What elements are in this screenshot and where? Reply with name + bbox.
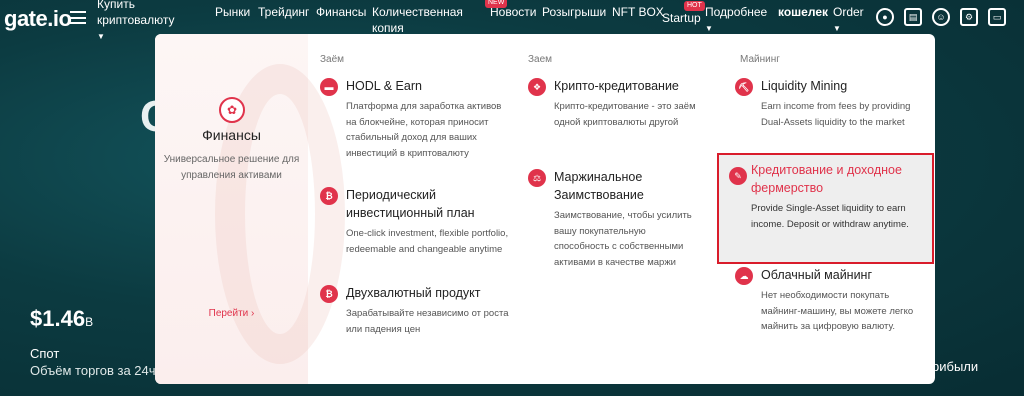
finance-dropdown-panel: ✿ Финансы Универсальное решение для упра… <box>155 34 935 384</box>
item-title: Маржинальное Заимствование <box>554 170 644 202</box>
hero-right-text: рибыли <box>932 359 979 374</box>
menu-item-periodic-plan[interactable]: ₿ Периодический инвестиционный план One-… <box>320 186 510 257</box>
lending-farming-icon: ✎ <box>729 167 747 185</box>
column-header-borrow: Заем <box>528 54 553 65</box>
column-header-mining: Майнинг <box>740 54 780 65</box>
finance-title: Финансы <box>202 127 261 143</box>
menu-item-crypto-lending[interactable]: ❖ Крипто-кредитование Крипто-кредитовани… <box>528 77 703 130</box>
nav-startup-label: Startup <box>662 11 701 25</box>
item-title: Двухвалютный продукт <box>346 286 481 300</box>
finance-go-link[interactable]: Перейти › <box>155 308 308 319</box>
nav-quant-copy[interactable]: Количественная копия <box>372 4 463 36</box>
nav-more[interactable]: Подробнее ▼ <box>705 4 767 37</box>
finance-overview: ✿ Финансы Универсальное решение для упра… <box>155 34 345 384</box>
item-title: Периодический инвестиционный план <box>346 188 475 220</box>
menu-item-liquidity-mining[interactable]: ⛏ Liquidity Mining Earn income from fees… <box>735 77 925 130</box>
top-navbar: gate.io Купить криптовалюту ▼ Рынки Трей… <box>0 0 1024 41</box>
nav-wallet[interactable]: кошелек <box>778 4 828 20</box>
item-description: Заимствование, чтобы усилить вашу покупа… <box>554 210 692 268</box>
nav-icon-group: ● ▤ ☺ ⚙ ▭ <box>876 8 1006 26</box>
volume-label: Объём торгов за 24ч <box>30 363 156 378</box>
finance-description: Универсальное решение для управления акт… <box>163 154 300 181</box>
user-icon[interactable]: ● <box>876 8 894 26</box>
item-description: Нет необходимости покупать майнинг-машин… <box>761 290 914 332</box>
column-header-loan: Заём <box>320 54 345 65</box>
nav-startup[interactable]: HOT Startup <box>662 1 705 26</box>
app-download-icon[interactable]: ▤ <box>904 8 922 26</box>
price-suffix: B <box>85 315 94 329</box>
nav-giveaways[interactable]: Розыгрыши <box>542 4 606 20</box>
item-title: Liquidity Mining <box>761 79 848 93</box>
item-title: Крипто-кредитование <box>554 79 679 93</box>
nav-quant-copy-label-2: копия <box>372 21 404 35</box>
nav-order-label: Order <box>833 5 864 19</box>
finance-icon: ✿ <box>219 97 245 123</box>
settings-icon[interactable]: ⚙ <box>960 8 978 26</box>
spot-label: Спот <box>30 346 60 361</box>
liquidity-mining-icon: ⛏ <box>735 78 753 96</box>
menu-item-cloud-mining[interactable]: ☁ Облачный майнинг Нет необходимости пок… <box>735 266 925 335</box>
hodl-icon: ▬ <box>320 78 338 96</box>
item-description: Зарабатывайте независимо от роста или па… <box>346 308 509 335</box>
item-description: Earn income from fees by providing Dual-… <box>761 101 911 128</box>
crypto-lending-icon: ❖ <box>528 78 546 96</box>
price-value: $1.46 <box>30 306 86 331</box>
nav-buy-crypto-label: Купить криптовалюту <box>97 0 175 27</box>
item-description: Крипто-кредитование - это заём одной кри… <box>554 101 696 128</box>
item-title: Кредитование и доходное фермерство <box>751 163 902 195</box>
menu-item-lending-farming[interactable]: ✎ Кредитование и доходное фермерство Pro… <box>717 153 934 264</box>
nav-more-label: Подробнее <box>705 5 768 19</box>
item-description: Платформа для заработка активов на блокч… <box>346 101 502 159</box>
dual-currency-icon: ₿ <box>320 285 338 303</box>
nav-news[interactable]: NEW Новости <box>485 0 536 20</box>
item-title: HODL & Earn <box>346 79 422 93</box>
menu-item-margin-borrowing[interactable]: ⚖ Маржинальное Заимствование Заимствован… <box>528 168 703 270</box>
new-badge: NEW <box>485 0 508 8</box>
nav-trading[interactable]: Трейдинг <box>258 4 309 20</box>
nav-markets[interactable]: Рынки <box>215 4 250 20</box>
item-description: Provide Single-Asset liquidity to earn i… <box>751 203 909 230</box>
spot-volume-value: $1.46B <box>30 306 93 332</box>
menu-icon[interactable] <box>70 11 86 24</box>
nav-order[interactable]: Order ▼ <box>833 4 864 37</box>
periodic-plan-icon: ₿ <box>320 187 338 205</box>
nav-quant-copy-label: Количественная <box>372 5 463 19</box>
cloud-mining-icon: ☁ <box>735 267 753 285</box>
display-icon[interactable]: ▭ <box>988 8 1006 26</box>
margin-borrow-icon: ⚖ <box>528 169 546 187</box>
item-title: Облачный майнинг <box>761 268 873 282</box>
support-icon[interactable]: ☺ <box>932 8 950 26</box>
hot-badge: HOT <box>684 1 705 11</box>
nav-finance[interactable]: Финансы <box>316 4 366 20</box>
menu-item-hodl-earn[interactable]: ▬ HODL & Earn Платформа для заработка ак… <box>320 77 510 161</box>
nav-nft-box[interactable]: NFT BOX <box>612 4 664 20</box>
menu-item-dual-currency[interactable]: ₿ Двухвалютный продукт Зарабатывайте нез… <box>320 284 510 337</box>
item-description: One-click investment, flexible portfolio… <box>346 228 509 255</box>
gateio-logo[interactable]: gate.io <box>4 6 72 32</box>
